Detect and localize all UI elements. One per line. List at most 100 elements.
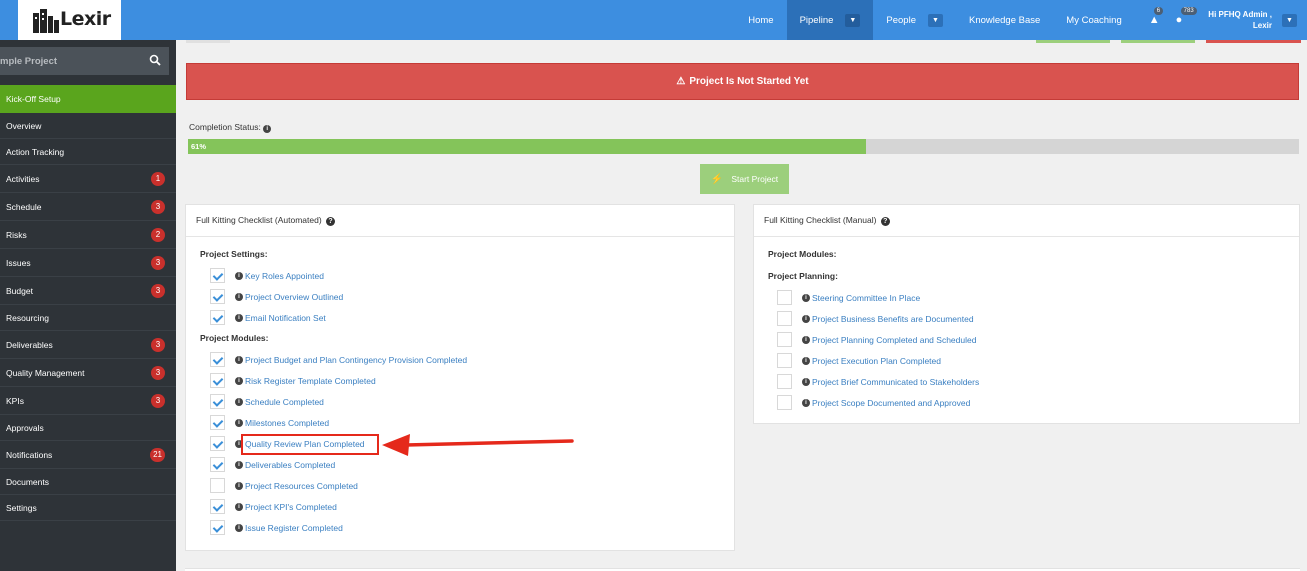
- module-check-link[interactable]: Deliverables Completed: [245, 460, 335, 470]
- user-menu[interactable]: Hi PFHQ Admin , Lexir ▼: [1202, 0, 1307, 40]
- info-icon[interactable]: i: [235, 460, 243, 469]
- settings-check-link[interactable]: Email Notification Set: [245, 313, 326, 323]
- settings-check-link[interactable]: Project Overview Outlined: [245, 292, 343, 302]
- checkbox[interactable]: [777, 353, 792, 368]
- info-icon[interactable]: i: [235, 292, 243, 301]
- checkbox[interactable]: [210, 268, 225, 283]
- sidebar-item-resourcing[interactable]: Resourcing: [0, 305, 176, 331]
- info-icon[interactable]: i: [802, 356, 810, 365]
- sidebar-item-notifications[interactable]: Notifications 21: [0, 441, 176, 469]
- info-icon[interactable]: i: [235, 523, 243, 532]
- planning-check-link[interactable]: Project Scope Documented and Approved: [812, 398, 970, 408]
- sidebar-item-kick-off-setup[interactable]: Kick-Off Setup: [0, 85, 176, 113]
- start-project-button[interactable]: ⚡ Start Project: [700, 164, 789, 194]
- sidebar-item-approvals[interactable]: Approvals: [0, 415, 176, 441]
- module-check-row: i Project Resources Completed: [210, 478, 358, 493]
- module-check-link[interactable]: Milestones Completed: [245, 418, 329, 428]
- planning-check-link[interactable]: Project Brief Communicated to Stakeholde…: [812, 377, 979, 387]
- warning-icon[interactable]: ▲ 6: [1149, 7, 1164, 26]
- info-icon[interactable]: i: [235, 481, 243, 490]
- info-icon[interactable]: i: [235, 502, 243, 511]
- info-icon[interactable]: i: [235, 418, 243, 427]
- checkbox[interactable]: [210, 520, 225, 535]
- notifications-count-badge: 783: [1180, 7, 1197, 15]
- planning-check-row: i Project Business Benefits are Documente…: [777, 311, 974, 326]
- checkbox[interactable]: [210, 373, 225, 388]
- logo[interactable]: Lexir: [18, 0, 121, 40]
- nav-pipeline[interactable]: Pipeline ▼: [786, 0, 874, 40]
- sidebar-item-issues[interactable]: Issues 3: [0, 249, 176, 277]
- sidebar-item-documents[interactable]: Documents: [0, 469, 176, 495]
- checkbox[interactable]: [777, 290, 792, 305]
- sidebar-item-overview[interactable]: Overview: [0, 113, 176, 139]
- info-icon[interactable]: i: [235, 376, 243, 385]
- info-icon[interactable]: i: [802, 335, 810, 344]
- bell-icon[interactable]: ● 783: [1176, 7, 1197, 26]
- checkbox[interactable]: [210, 478, 225, 493]
- info-icon[interactable]: i: [235, 271, 243, 280]
- completion-status-text: Completion Status:: [189, 122, 261, 132]
- sidebar-item-budget[interactable]: Budget 3: [0, 277, 176, 305]
- module-check-link[interactable]: Project Resources Completed: [245, 481, 358, 491]
- planning-check-link[interactable]: Project Planning Completed and Scheduled: [812, 335, 976, 345]
- info-icon[interactable]: i: [263, 125, 272, 133]
- info-icon[interactable]: i: [802, 377, 810, 386]
- sidebar-item-action-tracking[interactable]: Action Tracking: [0, 139, 176, 165]
- module-check-link[interactable]: Project Budget and Plan Contingency Prov…: [245, 355, 467, 365]
- sidebar-item-deliverables[interactable]: Deliverables 3: [0, 331, 176, 359]
- nav-my-coaching[interactable]: My Coaching: [1053, 0, 1134, 40]
- planning-check-link[interactable]: Steering Committee In Place: [812, 293, 920, 303]
- checkbox[interactable]: [210, 436, 225, 451]
- checkbox[interactable]: [210, 415, 225, 430]
- chevron-down-icon[interactable]: ▼: [927, 13, 943, 27]
- module-check-row: i Project KPI's Completed: [210, 499, 337, 514]
- project-search-box[interactable]: mple Project: [0, 47, 169, 75]
- module-check-link[interactable]: Risk Register Template Completed: [245, 376, 376, 386]
- checkbox[interactable]: [777, 311, 792, 326]
- sidebar-item-schedule[interactable]: Schedule 3: [0, 193, 176, 221]
- info-icon[interactable]: i: [802, 293, 810, 302]
- top-button-stub-green[interactable]: [1036, 40, 1110, 43]
- help-icon[interactable]: ?: [326, 217, 336, 226]
- module-check-link[interactable]: Issue Register Completed: [245, 523, 343, 533]
- checkbox[interactable]: [777, 395, 792, 410]
- checkbox[interactable]: [210, 457, 225, 472]
- sidebar-item-kpis[interactable]: KPIs 3: [0, 387, 176, 415]
- info-icon[interactable]: i: [235, 397, 243, 406]
- chevron-down-icon[interactable]: ▼: [1282, 13, 1297, 27]
- checkbox[interactable]: [210, 352, 225, 367]
- sidebar-item-risks[interactable]: Risks 2: [0, 221, 176, 249]
- lightning-icon: ⚡: [710, 173, 724, 185]
- checkbox[interactable]: [210, 310, 225, 325]
- project-settings-title: Project Settings:: [200, 249, 268, 259]
- main-content: ⚠ Project Is Not Started Yet Completion …: [176, 40, 1307, 571]
- planning-check-link[interactable]: Project Execution Plan Completed: [812, 356, 941, 366]
- nav-knowledge-base[interactable]: Knowledge Base: [956, 0, 1053, 40]
- sidebar-item-quality-management[interactable]: Quality Management 3: [0, 359, 176, 387]
- checkbox[interactable]: [777, 332, 792, 347]
- checkbox[interactable]: [777, 374, 792, 389]
- checkbox[interactable]: [210, 499, 225, 514]
- top-button-stub-green-2[interactable]: [1121, 40, 1195, 43]
- info-icon[interactable]: i: [802, 398, 810, 407]
- module-check-row: i Milestones Completed: [210, 415, 329, 430]
- info-icon[interactable]: i: [802, 314, 810, 323]
- sidebar-item-label: Risks: [6, 229, 27, 240]
- search-icon[interactable]: [149, 54, 161, 66]
- module-check-link[interactable]: Schedule Completed: [245, 397, 324, 407]
- checkbox[interactable]: [210, 394, 225, 409]
- sidebar-item-settings[interactable]: Settings: [0, 495, 176, 521]
- nav-people[interactable]: People ▼: [873, 0, 956, 40]
- module-check-link[interactable]: Project KPI's Completed: [245, 502, 337, 512]
- chevron-down-icon[interactable]: ▼: [845, 13, 861, 27]
- help-icon[interactable]: ?: [880, 217, 890, 226]
- checkbox[interactable]: [210, 289, 225, 304]
- settings-check-link[interactable]: Key Roles Appointed: [245, 271, 324, 281]
- planning-check-link[interactable]: Project Business Benefits are Documented: [812, 314, 974, 324]
- info-icon[interactable]: i: [235, 355, 243, 364]
- top-button-stub-red[interactable]: [1206, 40, 1301, 43]
- nav-home[interactable]: Home: [735, 0, 786, 40]
- nav-pipeline-label: Pipeline: [799, 14, 834, 26]
- sidebar-item-activities[interactable]: Activities 1: [0, 165, 176, 193]
- info-icon[interactable]: i: [235, 313, 243, 322]
